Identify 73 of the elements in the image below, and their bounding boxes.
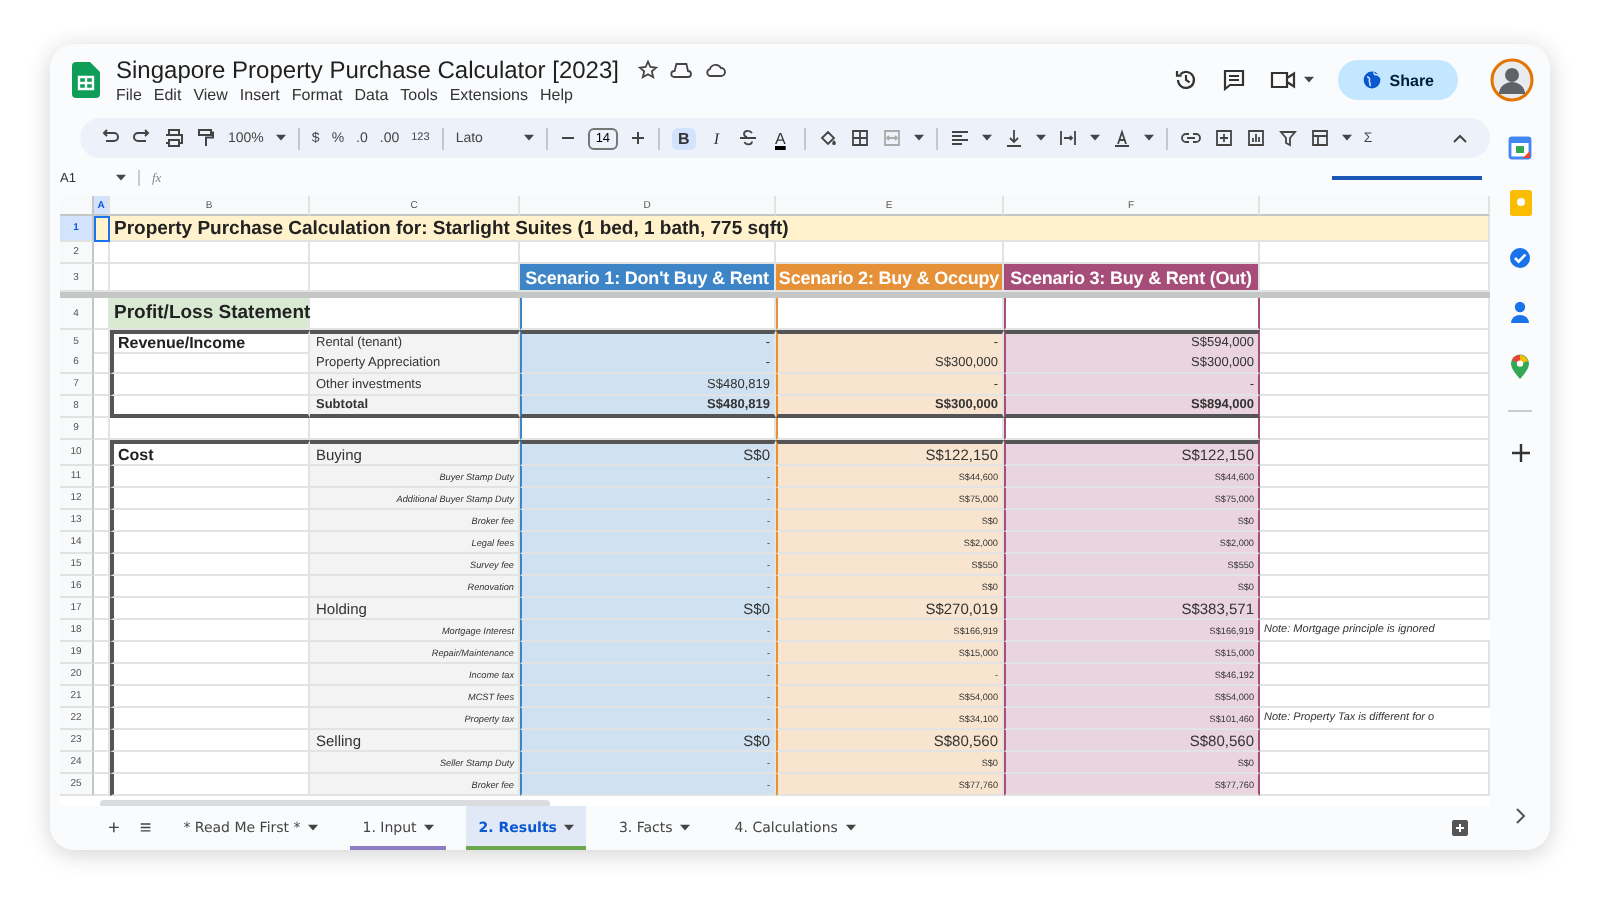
- star-icon[interactable]: [638, 60, 659, 80]
- insert-comment-icon[interactable]: [1213, 128, 1234, 148]
- document-title[interactable]: Singapore Property Purchase Calculator [2023]: [116, 56, 619, 84]
- caret-icon: [981, 134, 992, 142]
- caret-icon: [523, 134, 534, 142]
- caret-icon: [680, 824, 691, 832]
- caret-icon: [1341, 134, 1352, 142]
- text-rotation-icon[interactable]: [1111, 128, 1132, 148]
- menu-item[interactable]: Format: [291, 86, 343, 104]
- caret-icon: [564, 824, 575, 832]
- menu-item[interactable]: Edit: [153, 86, 182, 104]
- menu-item[interactable]: View: [193, 86, 228, 104]
- filter-views-icon[interactable]: [1309, 128, 1330, 148]
- chart-icon[interactable]: [1245, 128, 1266, 148]
- link-icon[interactable]: [1179, 128, 1202, 148]
- fill-color-icon[interactable]: [817, 128, 838, 148]
- globe-icon: [1361, 70, 1382, 90]
- text-wrap-icon[interactable]: [1057, 128, 1078, 148]
- merge-cells-icon[interactable]: [881, 128, 902, 148]
- expand-panel-icon[interactable]: [1512, 806, 1528, 826]
- contacts-icon[interactable]: [1510, 300, 1530, 324]
- caret-icon: [1089, 134, 1100, 142]
- explore-icon[interactable]: [1450, 818, 1470, 838]
- column-header: Scenario 3: Buy & Rent (Out): [1004, 264, 1260, 292]
- tasks-icon[interactable]: [1508, 246, 1532, 270]
- borders-icon[interactable]: [849, 128, 870, 148]
- table-cell: Profit/Loss Statement: [110, 298, 310, 330]
- history-icon[interactable]: [1173, 68, 1198, 92]
- cloud-icon[interactable]: [704, 60, 727, 80]
- redo-icon[interactable]: [132, 128, 152, 148]
- menu-item[interactable]: Tools: [400, 86, 438, 104]
- caret-icon: [275, 134, 286, 142]
- filter-icon[interactable]: [1277, 128, 1298, 148]
- menu-item[interactable]: Data: [354, 86, 389, 104]
- avatar[interactable]: [1490, 58, 1534, 102]
- calendar-icon[interactable]: [1508, 136, 1532, 160]
- table-cell: Revenue/Income: [110, 330, 310, 354]
- title-cell: Property Purchase Calculation for: Starlight Suites (1 bed, 1 bath, 775 sqft): [110, 216, 1490, 242]
- spreadsheet-logo-icon[interactable]: [72, 62, 100, 98]
- caret-icon: [845, 824, 856, 832]
- table-cell: Cost: [110, 440, 310, 466]
- caret-icon: [1035, 134, 1046, 142]
- caret-icon: [1303, 76, 1314, 84]
- move-folder-icon[interactable]: [670, 60, 693, 80]
- comment-icon[interactable]: [1221, 68, 1246, 92]
- caret-icon: [424, 824, 435, 832]
- caret-icon: [116, 174, 126, 182]
- add-icon[interactable]: [1509, 442, 1531, 464]
- italic-button[interactable]: I: [707, 127, 725, 149]
- menu-item[interactable]: Help: [539, 86, 573, 104]
- map-pin-icon[interactable]: [1510, 354, 1530, 380]
- caret-icon: [1143, 134, 1154, 142]
- column-header: Scenario 1: Don't Buy & Rent: [520, 264, 776, 292]
- column-header: Scenario 2: Buy & Occupy: [776, 264, 1004, 292]
- vertical-align-icon[interactable]: [1003, 128, 1024, 148]
- menu-item[interactable]: File: [116, 86, 142, 104]
- align-icon[interactable]: [949, 128, 970, 148]
- collapse-icon[interactable]: [1450, 130, 1470, 146]
- menu-item[interactable]: Insert: [239, 86, 280, 104]
- strikethrough-icon[interactable]: [737, 128, 757, 148]
- paint-format-icon[interactable]: [196, 128, 216, 148]
- video-call-button[interactable]: [1269, 70, 1314, 90]
- bold-button[interactable]: B: [672, 127, 696, 149]
- add-sheet-button[interactable]: +: [108, 817, 120, 839]
- all-sheets-button[interactable]: ≡: [139, 817, 152, 839]
- caret-icon: [913, 134, 924, 142]
- menu-item[interactable]: Extensions: [449, 86, 528, 104]
- text-color-button[interactable]: A: [769, 127, 792, 149]
- share-button[interactable]: Share: [1337, 60, 1458, 100]
- print-icon[interactable]: [164, 128, 184, 148]
- increase-font-size-icon[interactable]: [630, 130, 647, 146]
- caret-icon: [308, 824, 319, 832]
- undo-icon[interactable]: [100, 128, 120, 148]
